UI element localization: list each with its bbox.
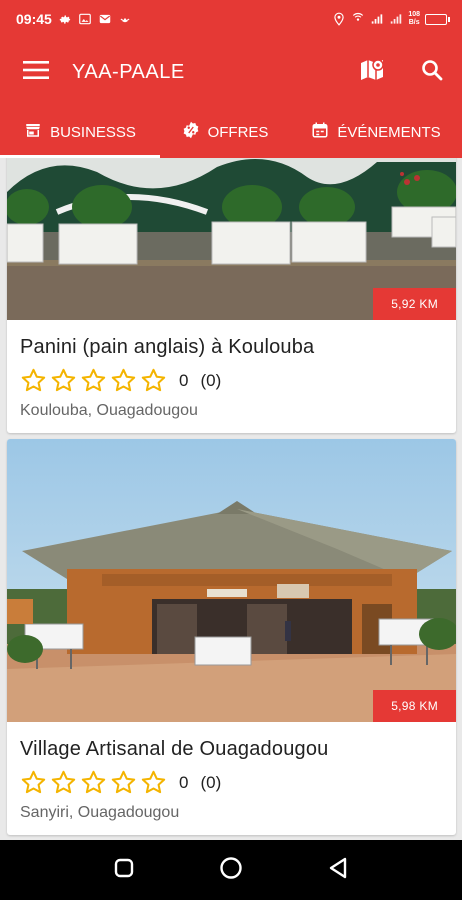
back-icon: [328, 857, 348, 884]
menu-button[interactable]: [0, 38, 72, 106]
location-icon: [332, 12, 346, 26]
network-speed-unit: B/s: [408, 19, 420, 26]
tab-evenements[interactable]: ÉVÉNEMENTS: [290, 106, 462, 158]
settings-gear-icon: [58, 12, 72, 26]
star-icon: [21, 368, 46, 392]
battery-icon: [425, 13, 450, 25]
app-toolbar: YAA-PAALE: [0, 38, 462, 106]
star-icon: [141, 368, 166, 392]
hotspot-icon-2: [351, 12, 365, 26]
star-rating: [20, 769, 167, 796]
hotspot-icon: [118, 12, 132, 26]
status-bar: 09:45 108 B/s: [0, 0, 462, 38]
map-icon: [359, 57, 385, 88]
tab-business[interactable]: BUSINESSS: [0, 106, 160, 158]
star-rating: [20, 367, 167, 394]
star-icon: [141, 770, 166, 794]
rating-row: 0 (0): [20, 769, 443, 796]
tab-offres[interactable]: OFFRES: [160, 106, 290, 158]
business-card[interactable]: 5,92 KM Panini (pain anglais) à Koulouba…: [7, 158, 456, 433]
star-icon: [111, 770, 136, 794]
search-icon: [420, 58, 444, 87]
map-button[interactable]: [342, 38, 402, 106]
star-icon: [51, 368, 76, 392]
home-icon: [219, 856, 243, 885]
star-icon: [81, 368, 106, 392]
rating-value: 0: [179, 370, 189, 390]
discount-icon: [182, 121, 200, 143]
search-button[interactable]: [402, 38, 462, 106]
business-list[interactable]: 5,92 KM Panini (pain anglais) à Koulouba…: [0, 158, 462, 840]
distance-badge: 5,92 KM: [373, 288, 456, 320]
network-speed: 108 B/s: [408, 11, 420, 27]
tab-business-label: BUSINESSS: [50, 123, 136, 141]
business-card[interactable]: 5,98 KM Village Artisanal de Ouagadougou…: [7, 439, 456, 835]
rating-count: (0): [200, 772, 222, 792]
network-speed-value: 108: [408, 11, 420, 18]
menu-icon: [23, 60, 49, 85]
business-name[interactable]: Village Artisanal de Ouagadougou: [20, 738, 443, 761]
signal-icon: [370, 12, 384, 26]
star-icon: [21, 770, 46, 794]
business-address: Sanyiri, Ouagadougou: [20, 804, 180, 821]
calendar-icon: [311, 121, 329, 143]
rating-value: 0: [179, 772, 189, 792]
business-address: Koulouba, Ouagadougou: [20, 402, 198, 419]
rating-count: (0): [200, 370, 222, 390]
business-photo: 5,98 KM: [7, 439, 456, 722]
business-photo: 5,92 KM: [7, 158, 456, 320]
recents-button[interactable]: [104, 850, 144, 890]
home-button[interactable]: [211, 850, 251, 890]
app-title: YAA-PAALE: [72, 60, 185, 83]
star-icon: [51, 770, 76, 794]
mail-icon: [98, 12, 112, 26]
category-tabs: BUSINESSS OFFRES ÉVÉNEMENTS: [0, 106, 462, 158]
distance-badge: 5,98 KM: [373, 690, 456, 722]
store-icon: [24, 121, 42, 143]
business-name[interactable]: Panini (pain anglais) à Koulouba: [20, 336, 443, 359]
signal-icon-2: [389, 12, 403, 26]
back-button[interactable]: [318, 850, 358, 890]
star-icon: [111, 368, 136, 392]
tab-evenements-label: ÉVÉNEMENTS: [337, 123, 441, 141]
recents-icon: [114, 858, 134, 883]
status-time: 09:45: [16, 11, 52, 27]
star-icon: [81, 770, 106, 794]
system-nav-bar: [0, 840, 462, 900]
image-icon: [78, 12, 92, 26]
rating-row: 0 (0): [20, 367, 443, 394]
tab-offres-label: OFFRES: [207, 123, 269, 141]
